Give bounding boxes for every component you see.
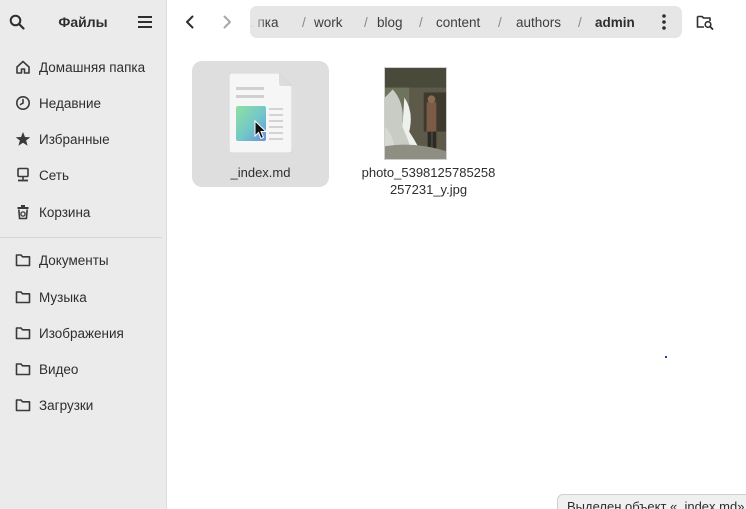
sidebar-item-network[interactable]: Сеть <box>8 160 160 190</box>
markdown-document-icon <box>229 73 292 153</box>
hamburger-menu-icon <box>138 16 152 28</box>
sidebar-item-label: Изображения <box>39 325 124 341</box>
folder-icon <box>12 286 34 308</box>
sidebar-item-label: Корзина <box>39 204 91 220</box>
status-overlay: Выделен объект «_index.md» <box>557 494 746 509</box>
sidebar-item-starred[interactable]: Избранные <box>8 124 160 154</box>
sidebar-item-label: Документы <box>39 252 109 268</box>
vertical-dots-icon <box>662 14 666 30</box>
sidebar-item-trash[interactable]: Корзина <box>8 197 160 227</box>
sidebar-item-label: Домашняя папка <box>39 59 146 75</box>
file-view[interactable]: _index.md photo_5398125785258257231_y.jp… <box>168 44 746 509</box>
trash-icon <box>12 201 34 223</box>
forward-button[interactable] <box>214 9 240 35</box>
sidebar-item-pictures[interactable]: Изображения <box>8 318 160 348</box>
crumb-current-admin[interactable]: admin <box>595 15 635 30</box>
pathbar-fade <box>250 6 264 38</box>
sidebar-item-label: Недавние <box>39 95 102 111</box>
home-icon <box>12 56 34 78</box>
more-options-button[interactable] <box>654 9 674 35</box>
main-menu-button[interactable] <box>134 11 156 33</box>
file-name: photo_5398125785258257231_y.jpg <box>361 165 496 197</box>
back-button[interactable] <box>177 9 203 35</box>
sidebar-item-recent[interactable]: Недавние <box>8 88 160 118</box>
file-item-photo[interactable]: photo_5398125785258257231_y.jpg <box>362 61 529 221</box>
sidebar-header: Файлы <box>0 0 166 44</box>
folder-icon <box>12 358 34 380</box>
crumb-content[interactable]: content <box>436 15 480 30</box>
header-bar: . пка / work / blog / content / authors … <box>168 0 746 44</box>
sidebar-item-music[interactable]: Музыка <box>8 282 160 312</box>
sidebar-item-label: Загрузки <box>39 397 94 413</box>
sidebar-item-home[interactable]: Домашняя папка <box>8 52 160 82</box>
mouse-cursor-icon <box>254 120 268 140</box>
crumb-separator: / <box>498 15 502 30</box>
pathbar: . пка / work / blog / content / authors … <box>250 6 682 38</box>
sidebar-item-videos[interactable]: Видео <box>8 354 160 384</box>
crumb-separator: / <box>578 15 582 30</box>
sidebar-item-documents[interactable]: Документы <box>8 245 160 275</box>
sidebar-item-label: Видео <box>39 361 79 377</box>
stray-pixel <box>665 356 667 358</box>
crumb-separator: / <box>419 15 423 30</box>
clock-icon <box>12 92 34 114</box>
crumb-separator: / <box>364 15 368 30</box>
chevron-right-icon <box>223 15 231 29</box>
folder-icon <box>12 394 34 416</box>
network-icon <box>12 164 34 186</box>
sidebar-divider <box>0 237 162 238</box>
image-thumbnail <box>384 67 447 160</box>
folder-search-button[interactable] <box>692 10 718 34</box>
sidebar-item-label: Избранные <box>39 131 110 147</box>
folder-icon <box>12 249 34 271</box>
folder-icon <box>12 322 34 344</box>
star-icon <box>12 128 34 150</box>
file-item-index-md[interactable]: _index.md <box>192 61 329 187</box>
sidebar-item-downloads[interactable]: Загрузки <box>8 390 160 420</box>
sidebar: Файлы Домашняя папка Недавние Избранные <box>0 0 167 509</box>
crumb-authors[interactable]: authors <box>516 15 561 30</box>
crumb-separator: / <box>302 15 306 30</box>
folder-search-icon <box>696 15 714 30</box>
sidebar-item-label: Сеть <box>39 167 70 183</box>
crumb-blog[interactable]: blog <box>377 15 403 30</box>
chevron-left-icon <box>186 15 194 29</box>
crumb-work[interactable]: work <box>314 15 343 30</box>
file-name: _index.md <box>230 165 291 180</box>
sidebar-item-label: Музыка <box>39 289 87 305</box>
